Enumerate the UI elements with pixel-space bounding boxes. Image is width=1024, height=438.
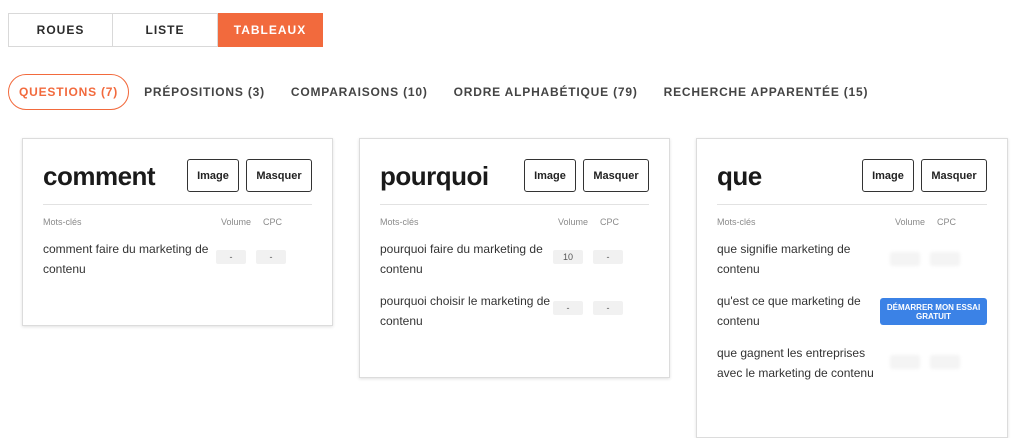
column-cpc: CPC — [600, 217, 620, 227]
cpc-value: - — [593, 250, 623, 264]
card-title: pourquoi — [380, 161, 489, 191]
start-trial-button[interactable]: DÉMARRER MON ESSAI GRATUIT — [880, 298, 987, 325]
card-comment: comment Image Masquer Mots-clés Volume C… — [22, 138, 333, 326]
image-button[interactable]: Image — [187, 159, 239, 192]
column-volume: Volume — [221, 217, 252, 227]
keyword-cell[interactable]: que gagnent les entreprises avec le mark… — [717, 343, 887, 383]
filter-ordre-alphabetique[interactable]: ORDRE ALPHABÉTIQUE (79) — [454, 85, 638, 99]
hide-button[interactable]: Masquer — [583, 159, 649, 192]
tab-tableaux[interactable]: TABLEAUX — [218, 13, 323, 47]
column-keywords: Mots-clés — [43, 217, 82, 227]
card-header: que Image Masquer — [717, 159, 987, 205]
card-header: comment Image Masquer — [43, 159, 312, 205]
image-button[interactable]: Image — [862, 159, 914, 192]
keyword-cell[interactable]: que signifie marketing de contenu — [717, 239, 877, 279]
volume-value: - — [553, 301, 583, 315]
keyword-cell[interactable]: qu'est ce que marketing de contenu — [717, 291, 877, 331]
filter-prepositions[interactable]: PRÉPOSITIONS (3) — [144, 85, 265, 99]
column-volume: Volume — [558, 217, 589, 227]
cpc-value-blurred — [930, 355, 960, 369]
view-tabs: ROUES LISTE TABLEAUX — [8, 13, 323, 47]
volume-value-blurred — [890, 355, 920, 369]
card-pourquoi: pourquoi Image Masquer Mots-clés Volume … — [359, 138, 670, 378]
column-keywords: Mots-clés — [717, 217, 756, 227]
cpc-value-blurred — [930, 252, 960, 266]
filter-questions[interactable]: QUESTIONS (7) — [8, 74, 130, 110]
volume-value: 10 — [553, 250, 583, 264]
filter-row: QUESTIONS (7) PRÉPOSITIONS (3) COMPARAIS… — [8, 74, 894, 110]
cpc-value: - — [593, 301, 623, 315]
card-title: comment — [43, 161, 156, 191]
card-title: que — [717, 161, 762, 191]
filter-recherche-apparentee[interactable]: RECHERCHE APPARENTÉE (15) — [664, 85, 869, 99]
column-cpc: CPC — [937, 217, 957, 227]
tab-roues[interactable]: ROUES — [8, 13, 113, 47]
card-header: pourquoi Image Masquer — [380, 159, 649, 205]
filter-comparaisons[interactable]: COMPARAISONS (10) — [291, 85, 428, 99]
hide-button[interactable]: Masquer — [921, 159, 987, 192]
keyword-cell[interactable]: pourquoi choisir le marketing de contenu — [380, 291, 558, 331]
column-cpc: CPC — [263, 217, 283, 227]
image-button[interactable]: Image — [524, 159, 576, 192]
volume-value-blurred — [890, 252, 920, 266]
column-keywords: Mots-clés — [380, 217, 419, 227]
hide-button[interactable]: Masquer — [246, 159, 312, 192]
keyword-cell[interactable]: pourquoi faire du marketing de contenu — [380, 239, 558, 279]
cpc-value: - — [256, 250, 286, 264]
volume-value: - — [216, 250, 246, 264]
tab-liste[interactable]: LISTE — [113, 13, 218, 47]
column-volume: Volume — [895, 217, 926, 227]
card-que: que Image Masquer Mots-clés Volume CPC q… — [696, 138, 1008, 438]
keyword-cell[interactable]: comment faire du marketing de contenu — [43, 239, 221, 279]
